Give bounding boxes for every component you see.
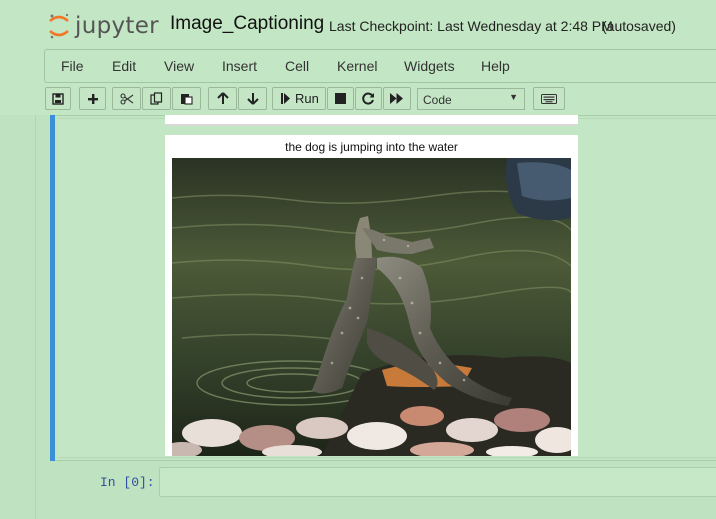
menu-widgets[interactable]: Widgets <box>404 58 455 74</box>
run-label: Run <box>295 91 319 106</box>
move-up-button[interactable] <box>208 87 237 110</box>
insert-cell-button[interactable] <box>79 87 106 110</box>
paste-icon <box>181 94 193 105</box>
menu-help[interactable]: Help <box>481 58 510 74</box>
autosave-status: (autosaved) <box>602 18 676 34</box>
run-all-button[interactable] <box>383 87 411 110</box>
arrow-down-icon <box>246 93 259 105</box>
cell-selection-bar <box>50 115 55 461</box>
menu-kernel[interactable]: Kernel <box>337 58 377 74</box>
save-button[interactable] <box>45 87 71 110</box>
chevron-down-icon: ▼ <box>509 92 518 102</box>
input-prompt: In [0]: <box>100 475 155 490</box>
menu-edit[interactable]: Edit <box>112 58 136 74</box>
step-forward-icon <box>281 93 290 104</box>
restart-button[interactable] <box>355 87 382 110</box>
copy-icon <box>150 92 163 105</box>
save-icon <box>52 92 64 105</box>
move-down-button[interactable] <box>238 87 267 110</box>
lizards-photo <box>172 158 571 456</box>
output-figure: the dog is jumping into the water <box>165 135 578 456</box>
jupyter-logo-icon <box>49 13 69 39</box>
restart-icon <box>362 92 374 105</box>
jupyter-logo[interactable]: jupyter <box>48 10 159 42</box>
fast-forward-icon <box>390 93 403 104</box>
notebook-header: jupyter Image_Captioning Last Checkpoint… <box>0 0 716 115</box>
logo-text: jupyter <box>75 13 159 39</box>
notebook-title[interactable]: Image_Captioning <box>170 13 324 35</box>
keyboard-icon <box>541 93 557 104</box>
paste-button[interactable] <box>172 87 201 110</box>
menu-bar: File Edit View Insert Cell Kernel Widget… <box>44 49 716 83</box>
plus-icon <box>87 93 98 104</box>
cut-icon <box>119 92 133 105</box>
run-button[interactable]: Run <box>272 87 326 110</box>
figure-caption: the dog is jumping into the water <box>285 140 458 154</box>
menu-view[interactable]: View <box>164 58 194 74</box>
menu-file[interactable]: File <box>61 58 84 74</box>
menu-insert[interactable]: Insert <box>222 58 257 74</box>
checkpoint-status: Last Checkpoint: Last Wednesday at 2:48 … <box>329 18 613 34</box>
copy-button[interactable] <box>142 87 171 110</box>
cut-button[interactable] <box>112 87 141 110</box>
output-image <box>172 158 571 456</box>
code-cell-input[interactable] <box>159 467 716 497</box>
stop-icon <box>335 93 346 104</box>
cell-type-value: Code <box>423 93 452 107</box>
previous-output-image <box>165 115 578 126</box>
arrow-up-icon <box>216 92 229 104</box>
command-palette-button[interactable] <box>533 87 565 110</box>
menu-cell[interactable]: Cell <box>285 58 309 74</box>
interrupt-button[interactable] <box>327 87 354 110</box>
cell-type-select[interactable]: Code ▼ <box>417 88 525 110</box>
